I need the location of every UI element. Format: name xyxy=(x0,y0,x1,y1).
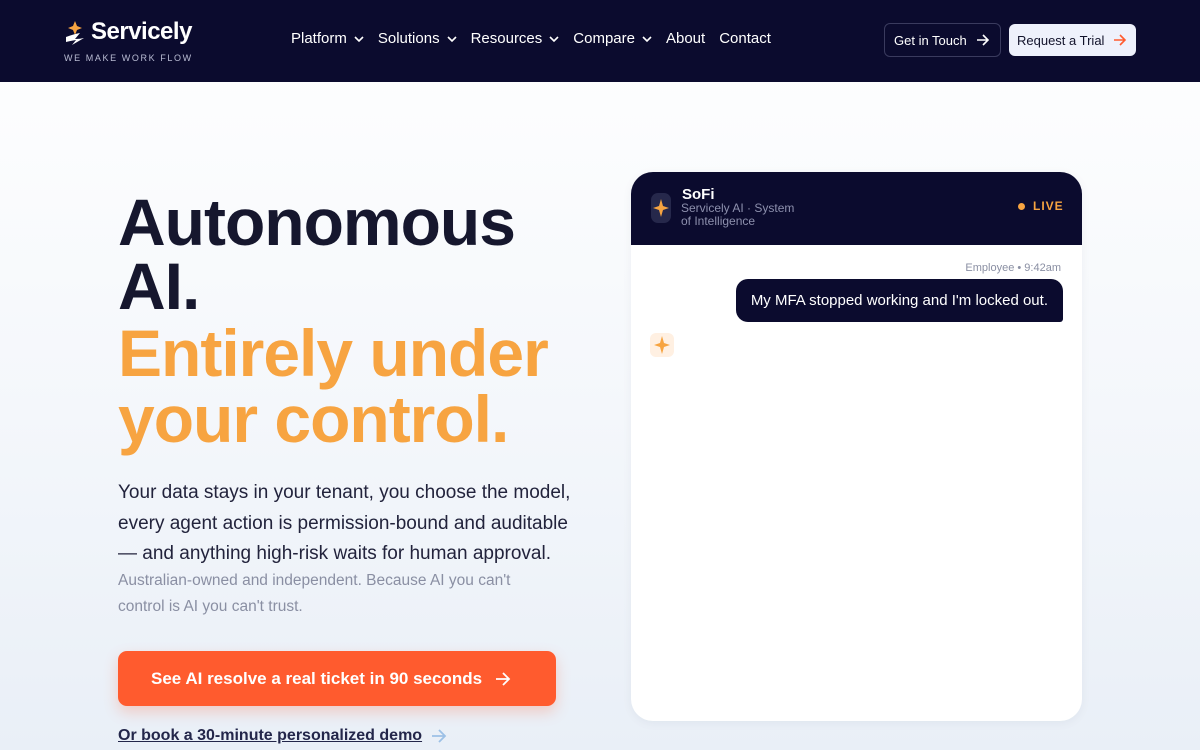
arrow-right-icon xyxy=(976,34,989,46)
hero-line-3: Entirely under xyxy=(118,316,549,390)
menu-item-label: About xyxy=(665,30,706,47)
hero-line-1: Autonomous xyxy=(118,185,516,259)
menu-item-platform[interactable]: Platform xyxy=(291,30,364,47)
menu-item-compare[interactable]: Compare xyxy=(573,30,652,47)
resolve-ticket-cta-button[interactable]: See AI resolve a real ticket in 90 secon… xyxy=(118,651,556,706)
live-dot xyxy=(1018,202,1025,210)
demo-link-label: Or book a 30-minute personalized demo xyxy=(118,727,423,744)
menu-item-about[interactable]: About xyxy=(666,30,705,47)
chevron-down-icon xyxy=(354,35,364,42)
chat-header: SoFi Servicely AI · System of Intelligen… xyxy=(631,172,1082,245)
arrow-right-icon xyxy=(1114,34,1127,46)
arrow-right-icon xyxy=(432,729,447,743)
menu-item-solutions[interactable]: Solutions xyxy=(378,30,457,47)
menu-item-label: Solutions xyxy=(377,30,440,47)
book-demo-link[interactable]: Or book a 30-minute personalized demo xyxy=(118,727,447,745)
chevron-down-icon xyxy=(549,35,559,42)
menu-item-contact[interactable]: Contact xyxy=(719,30,771,47)
chevron-down-icon xyxy=(447,35,457,42)
menu-item-label: Platform xyxy=(291,30,347,47)
menu-item-resources[interactable]: Resources xyxy=(471,30,560,47)
menu-item-label: Compare xyxy=(573,30,635,47)
user-message-bubble: My MFA stopped working and I'm locked ou… xyxy=(735,279,1063,322)
brand-name: Servicely xyxy=(91,18,192,45)
bot-description: Servicely AI · System of Intelligence xyxy=(681,201,795,228)
get-in-touch-button[interactable]: Get in Touch xyxy=(884,23,1001,57)
bot-typing-avatar xyxy=(650,333,674,357)
sparkle-icon xyxy=(653,199,669,217)
arrow-right-icon xyxy=(496,671,511,686)
message-meta: Employee • 9:42am xyxy=(965,262,1061,274)
menu-item-label: Contact xyxy=(719,30,771,47)
brand-tagline: WE MAKE WORK FLOW xyxy=(64,53,193,63)
live-status-label: LIVE xyxy=(1033,199,1064,213)
hero-lead: Your data stays in your tenant, you choo… xyxy=(118,482,571,564)
chevron-down-icon xyxy=(642,35,652,42)
sparkle-icon xyxy=(654,336,670,354)
hero-headline: Autonomous AI. xyxy=(118,189,516,319)
menu-item-label: Resources xyxy=(470,30,543,47)
main-menu: Platform Solutions Resources Compare Abo… xyxy=(291,30,785,47)
live-status-badge: LIVE xyxy=(1018,199,1064,213)
hero-line-2: AI. xyxy=(118,249,200,323)
servicely-logo[interactable]: Servicely WE MAKE WORK FLOW xyxy=(64,16,192,66)
spark-bolt-icon xyxy=(66,21,84,45)
hero-subtext: Australian-owned and independent. Becaus… xyxy=(118,572,511,615)
top-navigation: Servicely WE MAKE WORK FLOW Platform Sol… xyxy=(0,0,1200,82)
request-trial-button[interactable]: Request a Trial xyxy=(1009,24,1136,56)
chat-demo-card: SoFi Servicely AI · System of Intelligen… xyxy=(631,172,1082,721)
cta-label: See AI resolve a real ticket in 90 secon… xyxy=(151,668,483,688)
bot-avatar xyxy=(651,193,671,223)
get-in-touch-label: Get in Touch xyxy=(894,32,967,48)
hero-line-4: your control. xyxy=(118,382,509,456)
hero-highlight: Entirely under your control. xyxy=(118,320,549,452)
request-trial-label: Request a Trial xyxy=(1017,32,1105,48)
